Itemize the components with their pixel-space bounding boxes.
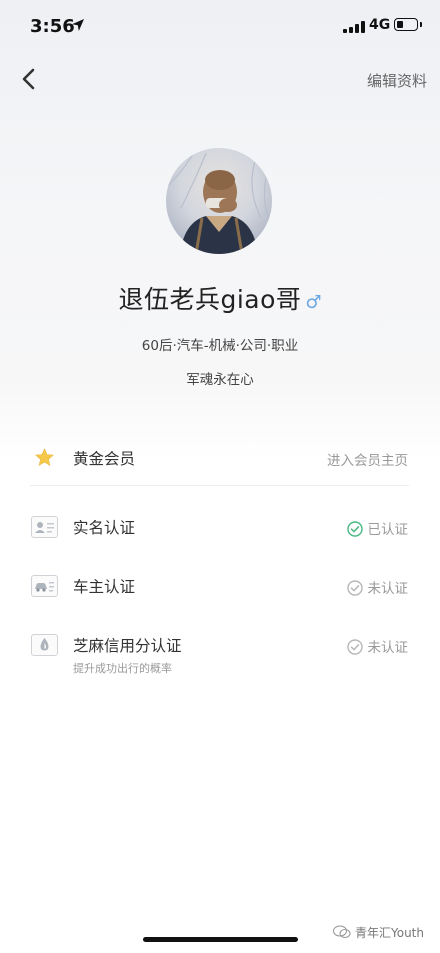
battery-icon (394, 18, 418, 31)
wechat-icon (332, 925, 351, 939)
sesame-credit-label: 芝麻信用分认证 (73, 637, 182, 655)
sesame-credit-icon (31, 634, 58, 656)
sesame-credit-verification-row[interactable]: 芝麻信用分认证 提升成功出行的概率 未认证 (0, 625, 440, 681)
gold-member-row[interactable]: 黄金会员 进入会员主页 (0, 438, 440, 478)
network-label: 4G (369, 17, 391, 33)
watermark-text: 青年汇Youth (355, 926, 424, 940)
verified-check-icon (346, 521, 363, 537)
sesame-credit-status-label: 未认证 (367, 640, 409, 656)
status-time: 3:56 (30, 16, 75, 37)
id-card-icon (31, 516, 58, 538)
user-name: 退伍老兵giao哥 (118, 285, 302, 314)
edit-profile-button[interactable]: 编辑资料 (367, 70, 427, 91)
car-owner-status-label: 未认证 (367, 581, 409, 597)
sesame-credit-status: 未认证 (346, 636, 409, 656)
name-row: 退伍老兵giao哥 ♂ (0, 280, 440, 316)
signal-icon (343, 21, 365, 33)
star-icon (35, 448, 54, 466)
verified-status-label: 已认证 (367, 522, 409, 538)
unverified-check-icon (346, 580, 363, 596)
car-owner-verification-row[interactable]: 车主认证 未认证 (0, 566, 440, 606)
real-name-verification-row[interactable]: 实名认证 已认证 (0, 507, 440, 547)
car-card-icon (31, 575, 58, 597)
car-owner-status: 未认证 (346, 577, 409, 597)
verified-status: 已认证 (346, 518, 409, 538)
avatar[interactable] (166, 148, 272, 254)
location-arrow-icon (72, 19, 84, 31)
battery-cap (420, 22, 422, 27)
sesame-credit-hint: 提升成功出行的概率 (73, 662, 172, 675)
car-owner-label: 车主认证 (73, 578, 136, 596)
profile-motto: 军魂永在心 (186, 372, 254, 388)
gender-male-icon: ♂ (305, 292, 322, 313)
watermark: 青年汇Youth (332, 924, 424, 941)
back-icon[interactable] (18, 65, 42, 93)
gold-member-label: 黄金会员 (73, 450, 136, 468)
unverified-check-icon (346, 639, 363, 655)
member-home-link[interactable]: 进入会员主页 (327, 449, 408, 469)
real-name-label: 实名认证 (73, 519, 136, 537)
profile-tags: 60后·汽车-机械·公司·职业 (141, 338, 299, 354)
avatar-photo-icon (166, 148, 272, 254)
home-indicator[interactable] (143, 937, 298, 942)
divider (30, 485, 409, 486)
